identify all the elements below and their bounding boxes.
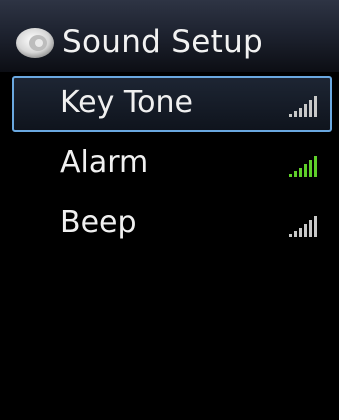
signal-bars-icon xyxy=(289,156,317,177)
signal-bars-icon xyxy=(289,216,317,237)
menu-item-label: Key Tone xyxy=(60,85,193,120)
menu-item-alarm[interactable]: Alarm xyxy=(12,136,332,192)
menu-item-beep[interactable]: Beep xyxy=(12,196,332,252)
signal-bars-icon xyxy=(289,96,317,117)
menu-header: Sound Setup xyxy=(0,0,339,72)
page-title: Sound Setup xyxy=(62,24,264,60)
speaker-icon xyxy=(16,28,54,58)
device-screen: Sound Setup Key Tone Alarm Beep xyxy=(0,0,339,420)
menu-item-label: Beep xyxy=(60,205,137,240)
menu-item-label: Alarm xyxy=(60,145,149,180)
menu-item-key-tone[interactable]: Key Tone xyxy=(12,76,332,132)
